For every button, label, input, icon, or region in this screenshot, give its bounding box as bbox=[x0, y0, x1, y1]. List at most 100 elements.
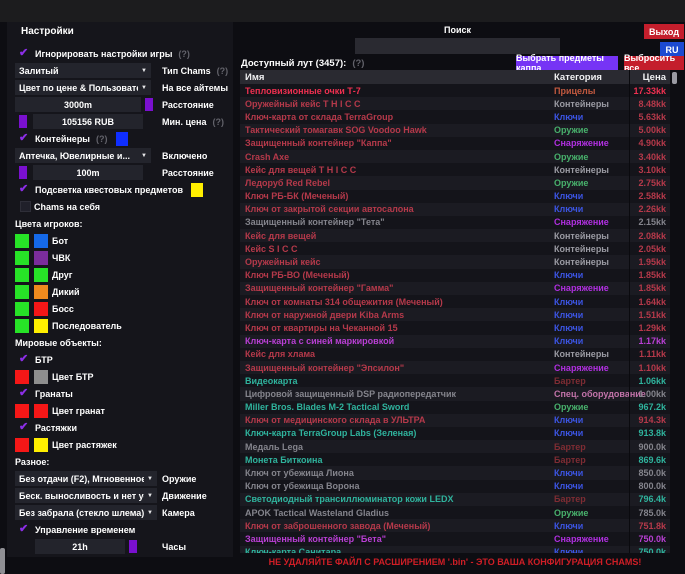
value-input[interactable]: 100m bbox=[33, 165, 143, 180]
table-row[interactable]: ВидеокартаБартер1.06kk bbox=[240, 374, 670, 387]
table-row[interactable]: APOK Tactical Wasteland GladiusОружие785… bbox=[240, 506, 670, 519]
item-name: Защищенный контейнер "Тета" bbox=[240, 217, 549, 227]
color-swatch[interactable] bbox=[34, 370, 48, 384]
color-swatch[interactable] bbox=[15, 438, 29, 452]
table-row[interactable]: Ключ РБ-БК (Меченый)Ключи2.58kk bbox=[240, 190, 670, 203]
color-swatch[interactable] bbox=[15, 234, 29, 248]
check-icon[interactable]: ✔ bbox=[19, 354, 32, 365]
item-price: 1.85kk bbox=[629, 270, 670, 280]
color-swatch[interactable] bbox=[191, 183, 203, 197]
row-label: Гранаты bbox=[35, 389, 73, 399]
table-row[interactable]: Ледоруб Red RebelОружие2.75kk bbox=[240, 176, 670, 189]
table-row[interactable]: Кейс для вещейКонтейнеры2.08kk bbox=[240, 229, 670, 242]
table-row[interactable]: Цифровой защищенный DSP радиопередатчикС… bbox=[240, 387, 670, 400]
table-row[interactable]: Crash AxeОружие3.40kk bbox=[240, 150, 670, 163]
color-swatch[interactable] bbox=[15, 268, 29, 282]
table-row[interactable]: Светодиодный трансиллюминатор кожи LEDXБ… bbox=[240, 493, 670, 506]
table-row[interactable]: Ключ РБ-ВО (Меченый)Ключи1.85kk bbox=[240, 269, 670, 282]
table-row[interactable]: Ключ-карта с синей маркировкойКлючи1.17k… bbox=[240, 335, 670, 348]
table-body: Тепловизионные очки Т-7Прицелы17.33kkОру… bbox=[240, 84, 670, 553]
item-price: 2.26kk bbox=[629, 204, 670, 214]
table-row[interactable]: Ключ от квартиры на Чеканной 15Ключи1.29… bbox=[240, 321, 670, 334]
table-row[interactable]: Ключ от заброшенного завода (Меченый)Клю… bbox=[240, 519, 670, 532]
search-input[interactable] bbox=[355, 38, 560, 54]
dropdown[interactable]: Залитый▼ bbox=[15, 63, 151, 78]
dropdown[interactable]: Без забрала (стекло шлема)▼ bbox=[15, 505, 157, 520]
table-row[interactable]: Защищенный контейнер "Тета"Снаряжение2.1… bbox=[240, 216, 670, 229]
dropdown[interactable]: Цвет по цене & Пользователь▼ bbox=[15, 80, 151, 95]
table-row[interactable]: Ключ от убежища ВоронаКлючи800.0k bbox=[240, 480, 670, 493]
table-row[interactable]: Ключ от комнаты 314 общежития (Меченый)К… bbox=[240, 295, 670, 308]
dropdown[interactable]: Аптечка, Ювелирные и...▼ bbox=[15, 148, 151, 163]
color-swatch[interactable] bbox=[34, 251, 48, 265]
table-row[interactable]: Защищенный контейнер "Эпсилон"Снаряжение… bbox=[240, 361, 670, 374]
table-row[interactable]: Ключ от закрытой секции автосалонаКлючи2… bbox=[240, 203, 670, 216]
color-swatch[interactable] bbox=[34, 302, 48, 316]
color-swatch[interactable] bbox=[34, 234, 48, 248]
table-scrollbar-thumb[interactable] bbox=[672, 72, 677, 84]
value-input[interactable]: 21h bbox=[35, 539, 125, 554]
table-row[interactable]: Оружейный кейсКонтейнеры1.95kk bbox=[240, 255, 670, 268]
table-row[interactable]: Кейс S I C CКонтейнеры2.05kk bbox=[240, 242, 670, 255]
table-row[interactable]: Оружейный кейс T H I C CКонтейнеры8.48kk bbox=[240, 97, 670, 110]
table-row[interactable]: Ключ от медицинского склада в УЛЬТРАКлюч… bbox=[240, 414, 670, 427]
color-swatch[interactable] bbox=[145, 98, 153, 111]
select-kappa-items-button[interactable]: Выбрать предметы каппа bbox=[516, 56, 618, 70]
row-label: Контейнеры bbox=[35, 134, 90, 144]
table-row[interactable]: Защищенный контейнер "Бета"Снаряжение750… bbox=[240, 532, 670, 545]
table-row[interactable]: Ключ от наружной двери Kiba ArmsКлючи1.5… bbox=[240, 308, 670, 321]
color-swatch[interactable] bbox=[15, 251, 29, 265]
table-row[interactable]: Ключ от убежища ЛионаКлючи850.0k bbox=[240, 466, 670, 479]
color-swatch[interactable] bbox=[34, 404, 48, 418]
check-icon[interactable]: ✔ bbox=[19, 422, 32, 433]
check-icon[interactable]: ✔ bbox=[19, 388, 32, 399]
color-swatch[interactable] bbox=[15, 319, 29, 333]
color-swatch[interactable] bbox=[34, 438, 48, 452]
color-swatch[interactable] bbox=[15, 285, 29, 299]
color-swatch[interactable] bbox=[34, 268, 48, 282]
left-scrollbar-thumb[interactable] bbox=[0, 548, 5, 574]
dropdown[interactable]: Без отдачи (F2), Мгновенное п▼ bbox=[15, 471, 157, 486]
item-category: Ключи bbox=[549, 112, 629, 122]
color-swatch[interactable] bbox=[116, 132, 128, 146]
item-name: Miller Bros. Blades M-2 Tactical Sword bbox=[240, 402, 549, 412]
color-swatch[interactable] bbox=[129, 540, 137, 553]
settings-row: Последователь bbox=[7, 317, 233, 334]
color-swatch[interactable] bbox=[15, 404, 29, 418]
check-icon[interactable]: ✔ bbox=[19, 133, 32, 144]
item-category: Оружие bbox=[549, 178, 629, 188]
table-row[interactable]: Кейс для вещей T H I C CКонтейнеры3.10kk bbox=[240, 163, 670, 176]
exit-button[interactable]: Выход bbox=[644, 24, 684, 39]
color-swatch[interactable] bbox=[15, 370, 29, 384]
dropdown[interactable]: Беск. выносливость и нет уста▼ bbox=[15, 488, 157, 503]
discard-all-button[interactable]: Выбросить все bbox=[624, 56, 684, 70]
check-icon[interactable]: ✔ bbox=[19, 184, 32, 195]
table-row[interactable]: Тепловизионные очки Т-7Прицелы17.33kk bbox=[240, 84, 670, 97]
table-row[interactable]: Защищенный контейнер "Гамма"Снаряжение1.… bbox=[240, 282, 670, 295]
checkbox[interactable] bbox=[20, 201, 31, 212]
table-row[interactable]: Miller Bros. Blades M-2 Tactical SwordОр… bbox=[240, 401, 670, 414]
color-swatch[interactable] bbox=[15, 302, 29, 316]
table-row[interactable]: Ключ-карта СанитараКлючи750.0k bbox=[240, 546, 670, 553]
color-swatch[interactable] bbox=[34, 319, 48, 333]
check-icon[interactable]: ✔ bbox=[19, 524, 32, 535]
value-input[interactable]: 105156 RUB bbox=[33, 114, 143, 129]
row-label: Игнорировать настройки игры bbox=[35, 49, 172, 59]
table-row[interactable]: Монета БиткоинаБартер869.6k bbox=[240, 453, 670, 466]
check-icon[interactable]: ✔ bbox=[19, 48, 32, 59]
color-swatch[interactable] bbox=[19, 166, 27, 179]
value-input[interactable]: 3000m bbox=[15, 97, 141, 112]
item-category: Контейнеры bbox=[549, 257, 629, 267]
color-swatch[interactable] bbox=[34, 285, 48, 299]
settings-row: 3000mРасстояние bbox=[7, 96, 233, 113]
item-price: 2.15kk bbox=[629, 217, 670, 227]
table-row[interactable]: Кейс для хламаКонтейнеры1.11kk bbox=[240, 348, 670, 361]
item-price: 1.51kk bbox=[629, 310, 670, 320]
table-row[interactable]: Защищенный контейнер "Каппа"Снаряжение4.… bbox=[240, 137, 670, 150]
table-row[interactable]: Медаль LegaБартер900.0k bbox=[240, 440, 670, 453]
table-row[interactable]: Ключ-карта от склада TerraGroupКлючи5.63… bbox=[240, 110, 670, 123]
table-row[interactable]: Тактический томагавк SOG Voodoo HawkОруж… bbox=[240, 124, 670, 137]
color-swatch[interactable] bbox=[19, 115, 27, 128]
table-row[interactable]: Ключ-карта TerraGroup Labs (Зеленая)Ключ… bbox=[240, 427, 670, 440]
item-category: Оружие bbox=[549, 125, 629, 135]
